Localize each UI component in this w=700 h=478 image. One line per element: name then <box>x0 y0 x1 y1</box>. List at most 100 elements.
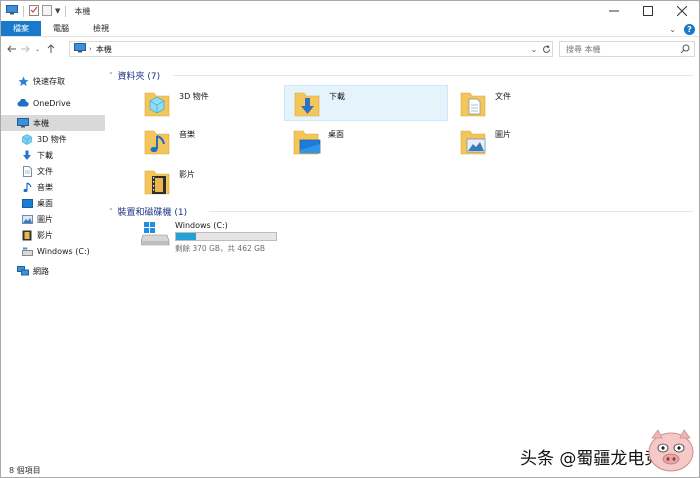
sidebar-item-drive-c[interactable]: Windows (C:) <box>1 243 105 259</box>
cube-icon <box>21 133 33 145</box>
help-icon[interactable]: ? <box>684 23 695 35</box>
forward-arrow-icon <box>20 45 30 53</box>
drive-usage-fill <box>176 233 196 240</box>
item-count: 8 個項目 <box>9 465 41 475</box>
sidebar-item-label: 本機 <box>33 118 49 128</box>
navigation-pane: 快速存取 OneDrive 本機 3D 物件 下載 文件 音樂 桌面 圖片 影片… <box>1 67 105 463</box>
document-icon <box>21 165 33 177</box>
content-pane: ˅ 資料夾 (7) 3D 物件 下載 文件 音樂 桌面 圖片 影片 ˅ 裝置和磁… <box>105 67 699 463</box>
quick-access-toolbar: ▼ <box>1 1 68 21</box>
picture-icon <box>21 213 33 225</box>
sidebar-item-label: 音樂 <box>37 182 53 192</box>
sidebar-item-label: 文件 <box>37 166 53 176</box>
music-folder-icon <box>143 125 173 157</box>
sidebar-item-quick-access[interactable]: 快速存取 <box>1 73 105 89</box>
drive-icon <box>21 245 33 257</box>
close-button[interactable] <box>665 1 699 21</box>
folder-label: 影片 <box>179 169 195 179</box>
folder-downloads[interactable]: 下載 <box>284 85 448 121</box>
music-icon <box>21 181 33 193</box>
sidebar-item-3d-objects[interactable]: 3D 物件 <box>1 131 105 147</box>
chevron-down-icon[interactable]: ˅ <box>109 72 113 80</box>
sidebar-item-onedrive[interactable]: OneDrive <box>1 95 105 111</box>
properties-icon[interactable] <box>29 4 39 18</box>
sidebar-item-this-pc[interactable]: 本機 <box>1 115 105 131</box>
ribbon-right-controls: ⌄ ? <box>669 21 695 37</box>
sidebar-item-pictures[interactable]: 圖片 <box>1 211 105 227</box>
recent-locations-button[interactable]: ⌄ <box>31 39 44 59</box>
group-divider <box>173 75 693 76</box>
back-arrow-icon <box>6 45 16 53</box>
tab-view[interactable]: 檢視 <box>81 21 121 36</box>
folder-videos[interactable]: 影片 <box>135 163 299 199</box>
sidebar-item-label: 網路 <box>33 266 49 276</box>
sidebar-item-videos[interactable]: 影片 <box>1 227 105 243</box>
navigation-bar: ⌄ › 本機 ⌄ 搜尋 本機 <box>1 38 699 60</box>
sidebar-item-label: Windows (C:) <box>37 246 90 256</box>
sidebar-item-documents[interactable]: 文件 <box>1 163 105 179</box>
group-header-label: 資料夾 (7) <box>117 72 161 82</box>
explorer-window: ▼ 本機 檔案 電腦 檢視 ⌄ ? ⌄ › 本機 ⌄ 搜尋 本機 快速存取 On… <box>0 0 700 478</box>
folder-label: 桌面 <box>328 129 344 139</box>
sidebar-item-label: 下載 <box>37 150 53 160</box>
back-button[interactable] <box>5 39 18 59</box>
refresh-icon[interactable] <box>540 42 552 56</box>
forward-button[interactable] <box>18 39 31 59</box>
cube-folder-icon <box>143 87 173 119</box>
download-folder-icon <box>293 87 323 119</box>
search-box[interactable]: 搜尋 本機 <box>559 41 695 57</box>
monitor-icon <box>17 117 29 129</box>
breadcrumb-chevron-icon[interactable]: › <box>89 45 92 53</box>
download-icon <box>21 149 33 161</box>
expand-ribbon-icon[interactable]: ⌄ <box>669 25 676 34</box>
group-header-devices[interactable]: ˅ 裝置和磁碟機 (1) <box>109 205 187 219</box>
monitor-icon <box>74 43 86 55</box>
separator <box>65 5 67 17</box>
new-folder-icon[interactable] <box>42 4 52 18</box>
folder-label: 下載 <box>329 91 345 101</box>
folder-3d-objects[interactable]: 3D 物件 <box>135 85 299 121</box>
network-icon <box>17 265 29 277</box>
title-bar: ▼ 本機 <box>1 1 699 21</box>
chevron-down-icon[interactable]: ˅ <box>109 208 113 216</box>
sidebar-item-label: 3D 物件 <box>37 134 67 144</box>
folder-desktop[interactable]: 桌面 <box>284 123 448 159</box>
folder-label: 文件 <box>495 91 511 101</box>
ribbon-tabs: 檔案 電腦 檢視 ⌄ ? <box>1 21 699 37</box>
pig-logo-icon <box>644 426 698 474</box>
drive-info: Windows (C:) 剩餘 370 GB，共 462 GB <box>175 219 277 254</box>
maximize-button[interactable] <box>631 1 665 21</box>
folder-pictures[interactable]: 圖片 <box>451 123 615 159</box>
sidebar-item-label: 圖片 <box>37 214 53 224</box>
sidebar-item-desktop[interactable]: 桌面 <box>1 195 105 211</box>
address-actions: ⌄ <box>528 42 552 56</box>
address-bar[interactable]: › 本機 ⌄ <box>69 41 553 57</box>
tab-computer[interactable]: 電腦 <box>41 21 81 36</box>
sidebar-item-label: 影片 <box>37 230 53 240</box>
window-controls <box>597 1 699 21</box>
breadcrumb[interactable]: 本機 <box>96 44 112 55</box>
drive-name: Windows (C:) <box>175 221 228 230</box>
search-placeholder: 搜尋 本機 <box>566 44 601 54</box>
folder-label: 音樂 <box>179 129 195 139</box>
desktop-folder-icon <box>292 125 322 157</box>
sidebar-item-music[interactable]: 音樂 <box>1 179 105 195</box>
address-history-icon[interactable]: ⌄ <box>528 42 540 56</box>
drive-icon <box>140 219 171 247</box>
tab-file[interactable]: 檔案 <box>1 21 41 36</box>
drive-space-text: 剩餘 370 GB，共 462 GB <box>175 244 266 253</box>
sidebar-item-network[interactable]: 網路 <box>1 263 105 279</box>
search-icon[interactable] <box>680 44 690 56</box>
sidebar-item-downloads[interactable]: 下載 <box>1 147 105 163</box>
up-arrow-icon <box>47 44 54 53</box>
minimize-button[interactable] <box>597 1 631 21</box>
group-divider <box>209 211 693 212</box>
drive-c-tile[interactable]: Windows (C:) 剩餘 370 GB，共 462 GB <box>140 219 301 254</box>
customize-dropdown-icon[interactable]: ▼ <box>55 7 60 15</box>
up-button[interactable] <box>44 39 57 59</box>
folder-label: 3D 物件 <box>179 91 209 101</box>
folder-documents[interactable]: 文件 <box>451 85 615 121</box>
group-header-folders[interactable]: ˅ 資料夾 (7) <box>109 69 161 83</box>
folder-music[interactable]: 音樂 <box>135 123 299 159</box>
video-icon <box>21 229 33 241</box>
